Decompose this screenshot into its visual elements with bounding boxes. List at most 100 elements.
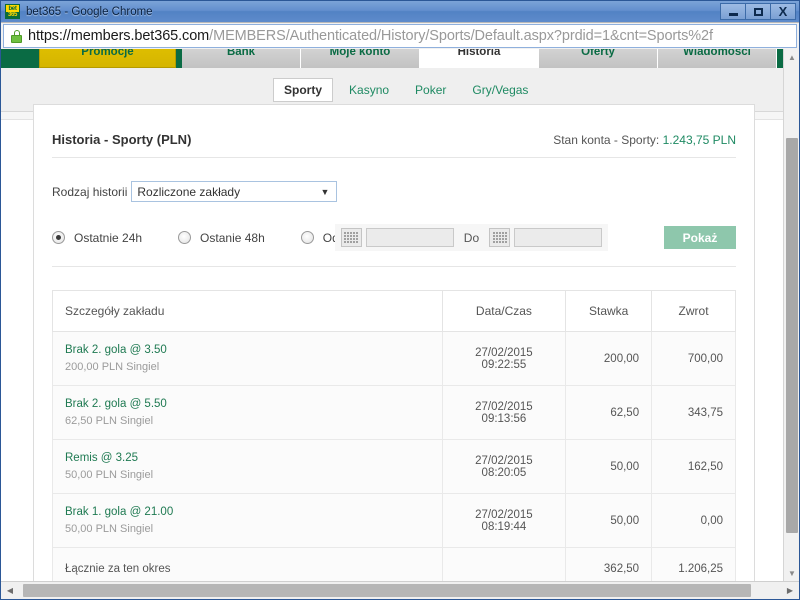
- date-to-input[interactable]: [514, 228, 603, 247]
- subtab-poker-label: Poker: [415, 82, 447, 97]
- balance-label: Stan konta - Sporty:: [553, 133, 660, 147]
- table-row[interactable]: Brak 1. gola @ 21.00 50,00 PLN Singiel 2…: [52, 493, 736, 548]
- url-text: https://members.bet365.com/MEMBERS/Authe…: [28, 28, 713, 44]
- subtab-gry-vegas[interactable]: Gry/Vegas: [462, 79, 538, 101]
- minimize-icon: [728, 13, 738, 16]
- nav-tab-moje-konto[interactable]: Moje konto: [301, 49, 420, 68]
- nav-tab-historia-label: Historia: [457, 49, 501, 58]
- page-content: Promocje Bank Moje konto Historia Oferty: [1, 49, 783, 581]
- total-return: 1.206,25: [651, 547, 736, 581]
- radio-custom-range[interactable]: [300, 231, 314, 244]
- url-path: /MEMBERS/Authenticated/History/Sports/De…: [209, 28, 713, 44]
- card-header: Historia - Sporty (PLN) Stan konta - Spo…: [52, 105, 736, 158]
- nav-tab-wiadomosci[interactable]: Wiadomosci: [658, 49, 777, 68]
- window-titlebar[interactable]: bet 365 bet365 - Google Chrome X: [1, 1, 799, 22]
- date-range-controls: Do: [334, 224, 609, 251]
- history-type-select[interactable]: Rozliczone zakłady ▼: [131, 181, 338, 202]
- window-horizontal-scrollbar[interactable]: ◀ ▶: [1, 581, 799, 599]
- main-nav-tabs: Promocje Bank Moje konto Historia Oferty: [33, 49, 777, 68]
- scroll-down-arrow-icon[interactable]: ▼: [784, 565, 799, 581]
- scroll-up-arrow-icon[interactable]: ▲: [784, 49, 799, 65]
- bet-title: Brak 1. gola @ 21.00: [65, 506, 174, 518]
- close-icon: X: [778, 3, 788, 19]
- bet-datetime: 27/02/2015 08:19:44: [441, 493, 567, 548]
- th-datetime: Data/Czas: [441, 290, 567, 332]
- nav-tab-promocje-label: Promocje: [81, 49, 134, 58]
- minimize-button[interactable]: [720, 3, 746, 20]
- nav-tab-historia[interactable]: Historia: [420, 49, 539, 68]
- subtab-sporty[interactable]: Sporty: [273, 77, 334, 102]
- nav-tab-oferty[interactable]: Oferty: [539, 49, 658, 68]
- balance-amount: 1.243,75 PLN: [662, 133, 736, 147]
- browser-address-bar: https://members.bet365.com/MEMBERS/Authe…: [1, 22, 799, 49]
- table-header-row: Szczegóły zakładu Data/Czas Stawka Zwrot: [52, 290, 736, 332]
- subtab-gry-vegas-label: Gry/Vegas: [472, 82, 529, 97]
- account-balance: Stan konta - Sporty: 1.243,75 PLN: [553, 133, 736, 147]
- calendar-icon-from[interactable]: [340, 228, 362, 247]
- table-row[interactable]: Brak 2. gola @ 5.50 62,50 PLN Singiel 27…: [52, 385, 736, 440]
- vertical-scrollbar-thumb[interactable]: [786, 138, 798, 533]
- bet-return: 162,50: [651, 439, 736, 494]
- page-viewport: Promocje Bank Moje konto Historia Oferty: [1, 49, 799, 581]
- url-host: https://members.bet365.com: [28, 28, 210, 44]
- bet-stake: 50,00: [565, 439, 653, 494]
- scroll-left-arrow-icon[interactable]: ◀: [2, 583, 18, 599]
- history-type-row: Rodzaj historii Rozliczone zakłady ▼: [52, 158, 736, 202]
- subtab-poker[interactable]: Poker: [405, 79, 456, 101]
- bet-datetime: 27/02/2015 09:13:56: [441, 385, 567, 440]
- bet-title: Brak 2. gola @ 5.50: [65, 398, 167, 410]
- table-total-row: Łącznie za ten okres 362,50 1.206,25: [52, 547, 736, 581]
- total-blank-cell: [441, 547, 567, 581]
- scroll-right-arrow-icon[interactable]: ▶: [782, 583, 798, 599]
- page-vertical-scrollbar[interactable]: ▲ ▼: [783, 49, 799, 581]
- nav-tab-oferty-label: Oferty: [581, 49, 615, 58]
- history-type-label: Rodzaj historii: [52, 184, 128, 199]
- table-row[interactable]: Brak 2. gola @ 3.50 200,00 PLN Singiel 2…: [52, 331, 736, 386]
- window-controls: X: [720, 3, 796, 20]
- radio-last-48h-label: Ostanie 48h: [200, 230, 265, 245]
- nav-tab-moje-konto-label: Moje konto: [329, 49, 391, 58]
- chevron-down-icon: ▼: [320, 186, 330, 197]
- browser-window: bet 365 bet365 - Google Chrome X https:/…: [0, 0, 800, 600]
- bet-return: 343,75: [651, 385, 736, 440]
- bet-stake: 62,50: [565, 385, 653, 440]
- bet-title: Remis @ 3.25: [65, 452, 139, 464]
- bet-details-cell: Remis @ 3.25 50,00 PLN Singiel: [52, 439, 443, 494]
- total-label: Łącznie za ten okres: [52, 547, 443, 581]
- nav-tab-promocje[interactable]: Promocje: [39, 49, 176, 68]
- maximize-button[interactable]: [745, 3, 771, 20]
- horizontal-scrollbar-thumb[interactable]: [23, 584, 751, 597]
- bet-datetime: 27/02/2015 08:20:05: [441, 439, 567, 494]
- th-bet-details: Szczegóły zakładu: [52, 290, 443, 332]
- date-filter-row: Ostatnie 24h Ostanie 48h Od Do Pokaż: [52, 202, 736, 267]
- main-navigation: Promocje Bank Moje konto Historia Oferty: [1, 49, 783, 68]
- radio-last-24h-label: Ostatnie 24h: [74, 230, 143, 245]
- subtab-sporty-label: Sporty: [284, 82, 323, 97]
- date-from-input[interactable]: [365, 228, 454, 247]
- bet-stake: 200,00: [565, 331, 653, 386]
- table-row[interactable]: Remis @ 3.25 50,00 PLN Singiel 27/02/201…: [52, 439, 736, 494]
- history-type-value: Rozliczone zakłady: [137, 184, 241, 199]
- nav-tab-wiadomosci-label: Wiadomosci: [683, 49, 751, 58]
- date-to-label: Do: [463, 230, 480, 245]
- bet-return: 0,00: [651, 493, 736, 548]
- page-title: Historia - Sporty (PLN): [52, 132, 192, 147]
- maximize-icon: [753, 7, 763, 16]
- lock-icon: [10, 29, 23, 44]
- bet-stake: 50,00: [565, 493, 653, 548]
- close-button[interactable]: X: [770, 3, 796, 20]
- calendar-icon-to[interactable]: [489, 228, 511, 247]
- bet-subtitle: 62,50 PLN Singiel: [65, 415, 154, 427]
- radio-last-24h[interactable]: [52, 231, 65, 244]
- url-field[interactable]: https://members.bet365.com/MEMBERS/Authe…: [3, 24, 797, 48]
- nav-tab-bank[interactable]: Bank: [182, 49, 301, 68]
- bet-datetime: 27/02/2015 09:22:55: [441, 331, 567, 386]
- bet-history-table: Szczegóły zakładu Data/Czas Stawka Zwrot…: [52, 290, 736, 581]
- bet-details-cell: Brak 1. gola @ 21.00 50,00 PLN Singiel: [52, 493, 443, 548]
- favicon-bottom-text: 365: [6, 11, 19, 18]
- show-button[interactable]: Pokaż: [664, 226, 736, 249]
- window-title: bet365 - Google Chrome: [26, 5, 153, 18]
- bet-title: Brak 2. gola @ 3.50: [65, 344, 167, 356]
- radio-last-48h[interactable]: [178, 231, 192, 244]
- subtab-kasyno[interactable]: Kasyno: [339, 79, 399, 101]
